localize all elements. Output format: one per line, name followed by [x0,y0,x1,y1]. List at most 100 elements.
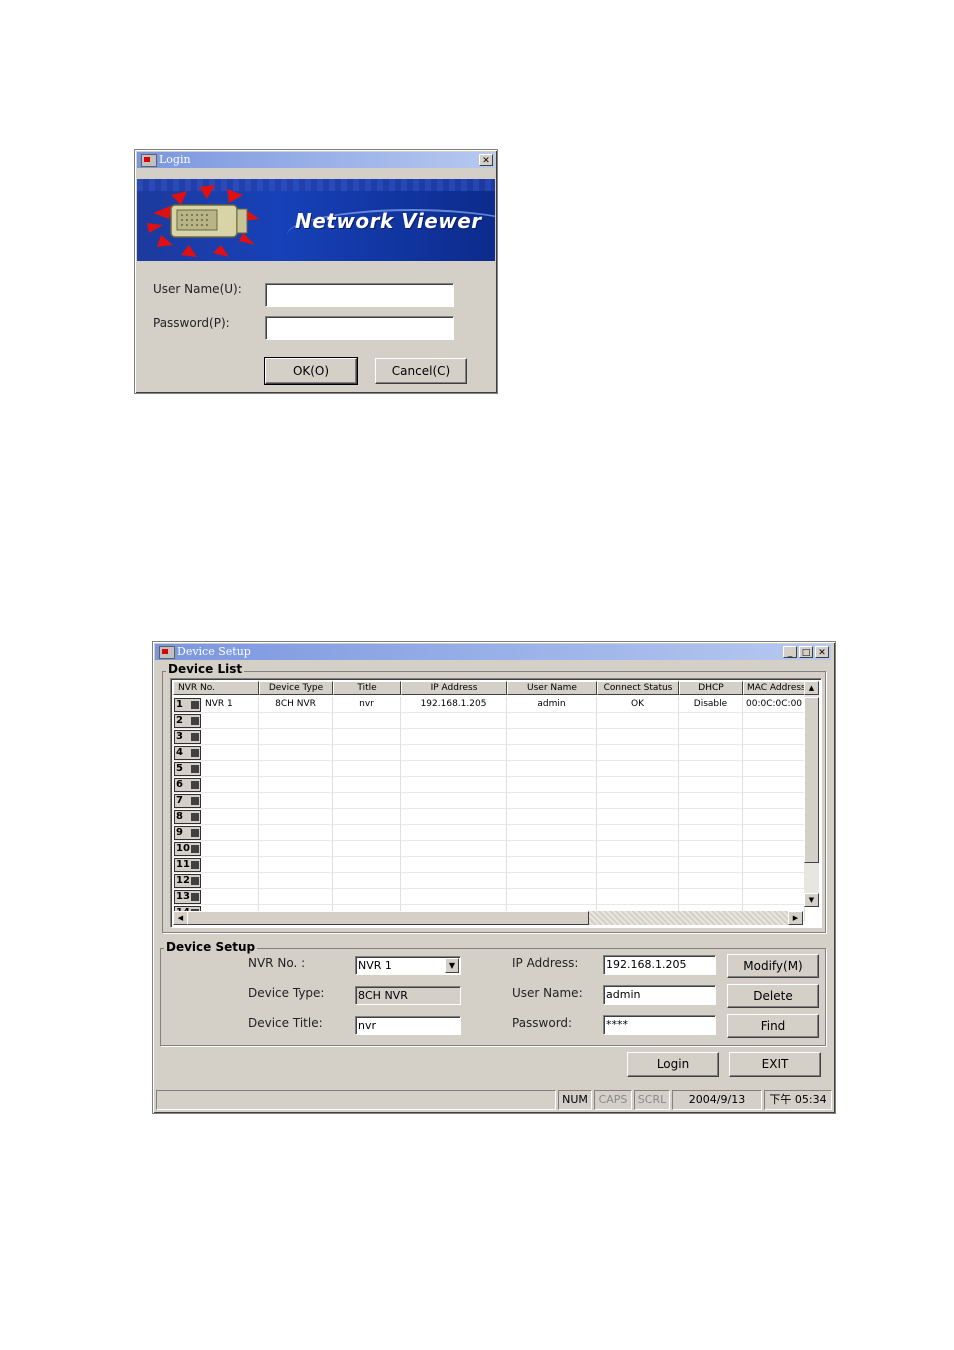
dhcp-cell [679,809,743,825]
maximize-icon[interactable]: □ [799,646,813,658]
nvr-name: NVR 1 [205,699,233,709]
device-type-cell [259,793,333,809]
user-cell: admin [507,697,597,713]
login-titlebar[interactable]: Login ✕ [137,152,495,168]
table-row[interactable]: 8 [173,809,805,825]
user-name-input[interactable]: admin [603,985,716,1005]
nvr-no-cell: 2 [173,713,259,729]
password-input[interactable]: **** [603,1015,716,1035]
scroll-thumb[interactable] [187,911,589,925]
horizontal-scrollbar[interactable]: ◀ ▶ [173,911,803,925]
status-cell [597,841,679,857]
column-header[interactable]: Connect Status [597,681,679,695]
device-type-label: Device Type: [248,986,325,1000]
login-title: Login [159,153,191,166]
scroll-up-icon[interactable]: ▲ [804,681,819,695]
delete-button[interactable]: Delete [727,984,819,1008]
table-row[interactable]: 7 [173,793,805,809]
nvr-no-select[interactable]: NVR 1 ▼ [355,956,461,975]
nvr-row-icon: 9 [174,826,201,840]
chevron-down-icon[interactable]: ▼ [445,958,459,973]
status-date: 2004/9/13 [672,1090,762,1110]
minimize-icon[interactable]: _ [783,646,797,658]
column-header[interactable]: IP Address [401,681,507,695]
user-cell [507,809,597,825]
status-cell [597,777,679,793]
column-header[interactable]: Title [333,681,401,695]
banner-title: Network Viewer [295,209,482,233]
nvr-no-cell: 4 [173,745,259,761]
scroll-down-icon[interactable]: ▼ [804,893,819,907]
nvr-row-icon: 11 [174,858,201,872]
user-cell [507,889,597,905]
table-row[interactable]: 11 [173,857,805,873]
password-label: Password(P): [153,316,230,330]
device-type-cell [259,841,333,857]
device-type-cell [259,761,333,777]
user-cell [507,745,597,761]
exit-button[interactable]: EXIT [729,1052,821,1077]
password-input[interactable] [265,316,454,340]
table-row[interactable]: 1 NVR 1 8CH NVR nvr 192.168.1.205 admin OK Disa… [173,697,805,713]
dhcp-cell [679,729,743,745]
device-setup-titlebar[interactable]: Device Setup _ □ ✕ [155,644,831,660]
vertical-scrollbar[interactable]: ▲ ▼ [804,681,819,907]
ok-button[interactable]: OK(O) [264,357,358,385]
device-type-cell [259,713,333,729]
cancel-button[interactable]: Cancel(C) [375,358,467,384]
mac-cell [743,761,805,777]
password-label: Password: [512,1016,573,1030]
device-list-table[interactable]: NVR No. Device Type Title IP Address Use… [170,678,822,928]
ip-cell [401,841,507,857]
app-icon [141,154,157,167]
dhcp-cell [679,873,743,889]
ip-cell [401,729,507,745]
table-row[interactable]: 4 [173,745,805,761]
scroll-right-icon[interactable]: ▶ [788,911,803,925]
user-cell [507,793,597,809]
column-header[interactable]: MAC Address [743,681,805,695]
column-header[interactable]: NVR No. [173,681,259,695]
mac-cell [743,793,805,809]
table-row[interactable]: 10 [173,841,805,857]
username-input[interactable] [265,283,454,307]
device-type-cell [259,729,333,745]
status-cell: OK [597,697,679,713]
close-icon[interactable]: ✕ [479,154,493,166]
status-message-pane [156,1090,556,1110]
nvr-no-label: NVR No. : [248,956,306,970]
column-header[interactable]: DHCP [679,681,743,695]
find-button[interactable]: Find [727,1014,819,1038]
nvr-no-cell: 10 [173,841,259,857]
nvr-no-cell: 11 [173,857,259,873]
scroll-thumb[interactable] [804,697,819,863]
device-title-input[interactable]: nvr [355,1016,461,1035]
close-icon[interactable]: ✕ [815,646,829,658]
login-button[interactable]: Login [627,1052,719,1077]
table-row[interactable]: 13 [173,889,805,905]
ip-cell [401,857,507,873]
table-row[interactable]: 9 [173,825,805,841]
table-row[interactable]: 3 [173,729,805,745]
nvr-no-cell: 6 [173,777,259,793]
ip-address-input[interactable]: 192.168.1.205 [603,955,716,975]
nvr-no-cell: 13 [173,889,259,905]
ip-cell [401,809,507,825]
column-header[interactable]: User Name [507,681,597,695]
table-row[interactable]: 5 [173,761,805,777]
app-icon [159,646,175,659]
device-type-cell [259,809,333,825]
mac-cell [743,873,805,889]
table-row[interactable]: 2 [173,713,805,729]
title-cell [333,841,401,857]
mac-cell: 00:0C:0C:00 [743,697,805,713]
status-time: 下午 05:34 [764,1090,832,1110]
nvr-no-cell: 9 [173,825,259,841]
scroll-left-icon[interactable]: ◀ [173,911,188,925]
table-row[interactable]: 12 [173,873,805,889]
column-header[interactable]: Device Type [259,681,333,695]
device-setup-title: Device Setup [177,645,251,658]
dhcp-cell [679,777,743,793]
table-row[interactable]: 6 [173,777,805,793]
modify-button[interactable]: Modify(M) [727,954,819,978]
